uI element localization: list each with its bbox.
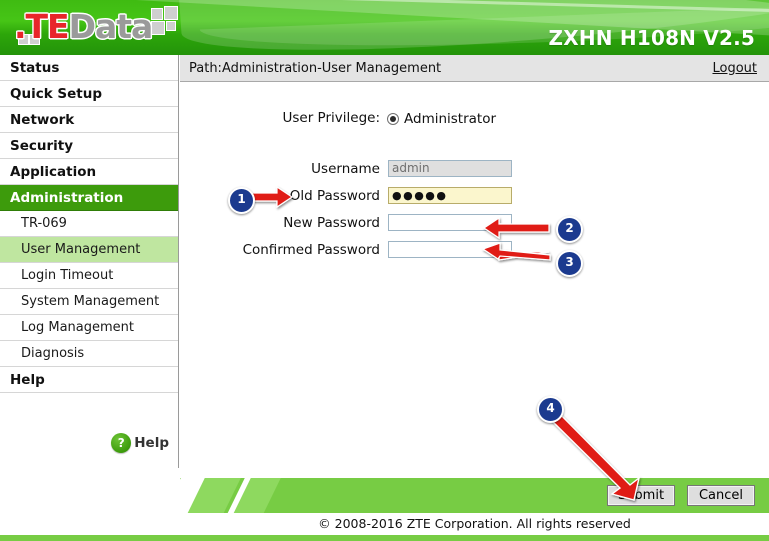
header-swoosh-4 xyxy=(260,0,769,13)
logo-square-decor xyxy=(164,6,178,20)
sidebar-item-tr-069[interactable]: TR-069 xyxy=(0,211,178,237)
sidebar-bottom-filler xyxy=(0,468,180,541)
sidebar-item-user-management[interactable]: User Management xyxy=(0,237,178,263)
user-management-form: Username admin Old Password ●●●●● New Passwo… xyxy=(180,157,769,265)
logo-square-decor xyxy=(151,8,163,20)
form-row: New Password xyxy=(180,211,769,234)
logout-link[interactable]: Logout xyxy=(712,61,757,76)
sidebar-item-system-management[interactable]: System Management xyxy=(0,289,178,315)
logo-square-decor xyxy=(166,21,176,31)
new-password-field[interactable] xyxy=(388,214,512,231)
password-mask-text: ●●●●● xyxy=(392,189,448,202)
form-row: Username admin xyxy=(180,157,769,180)
action-bar: Submit Cancel xyxy=(180,478,769,513)
administrator-radio-group: Administrator xyxy=(387,108,496,127)
sidebar-item-help[interactable]: Help xyxy=(0,367,178,393)
footer-green-bar xyxy=(0,535,769,541)
submit-button[interactable]: Submit xyxy=(607,485,675,506)
router-admin-page: .TEData ZXHN H108N V2.5 Status Quick Setu… xyxy=(0,0,769,541)
sidebar-item-list: Status Quick Setup Network Security Applicat… xyxy=(0,55,178,393)
logo-square-decor xyxy=(151,21,165,35)
user-privilege-row: User Privilege: Administrator xyxy=(180,108,769,128)
sidebar-item-quick-setup[interactable]: Quick Setup xyxy=(0,81,178,107)
logo-te-text: .TE xyxy=(14,7,70,46)
sidebar-help-box: ? Help xyxy=(0,393,178,463)
user-privilege-label: User Privilege: xyxy=(282,109,381,126)
sidebar-item-administration[interactable]: Administration xyxy=(0,185,178,211)
cancel-button[interactable]: Cancel xyxy=(687,485,755,506)
logo-wordmark: .TEData xyxy=(14,7,154,47)
help-widget[interactable]: ? Help xyxy=(111,432,169,454)
field-label: Old Password xyxy=(289,187,380,204)
field-label: Confirmed Password xyxy=(242,241,380,258)
old-password-field[interactable]: ●●●●● xyxy=(388,187,512,204)
field-label: New Password xyxy=(283,214,380,231)
page-header: .TEData ZXHN H108N V2.5 xyxy=(0,0,769,55)
sidebar-nav: Status Quick Setup Network Security Applicat… xyxy=(0,55,179,468)
breadcrumb-bar: Path:Administration-User Management Logo… xyxy=(180,55,769,82)
confirmed-password-field[interactable] xyxy=(388,241,512,258)
username-field: admin xyxy=(388,160,512,177)
main-content: User Privilege: Administrator Username ad… xyxy=(180,83,769,478)
administrator-radio[interactable] xyxy=(387,113,399,125)
sidebar-item-log-management[interactable]: Log Management xyxy=(0,315,178,341)
breadcrumb: Path:Administration-User Management xyxy=(189,60,442,76)
sidebar-item-status[interactable]: Status xyxy=(0,55,178,81)
sidebar-item-login-timeout[interactable]: Login Timeout xyxy=(0,263,178,289)
field-label: Username xyxy=(311,160,380,177)
te-data-logo: .TEData xyxy=(14,4,194,50)
copyright-text: © 2008-2016 ZTE Corporation. All rights … xyxy=(180,513,769,535)
sidebar-item-security[interactable]: Security xyxy=(0,133,178,159)
sidebar-item-diagnosis[interactable]: Diagnosis xyxy=(0,341,178,367)
sidebar-item-application[interactable]: Application xyxy=(0,159,178,185)
form-row: Old Password ●●●●● xyxy=(180,184,769,207)
question-mark-icon: ? xyxy=(111,433,132,453)
logo-data-text: Data xyxy=(68,7,154,46)
sidebar-item-network[interactable]: Network xyxy=(0,107,178,133)
administrator-radio-label: Administrator xyxy=(404,111,497,127)
help-widget-label: Help xyxy=(134,435,169,451)
device-model-title: ZXHN H108N V2.5 xyxy=(548,26,755,50)
form-row: Confirmed Password xyxy=(180,238,769,261)
action-buttons: Submit Cancel xyxy=(607,485,755,506)
